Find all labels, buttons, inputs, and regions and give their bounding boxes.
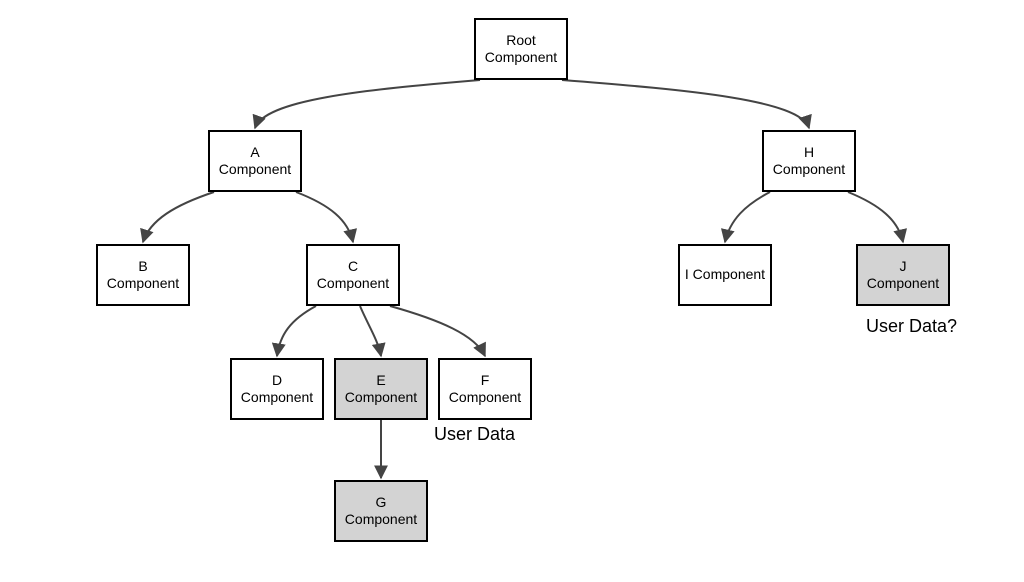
- node-label: D Component: [236, 372, 318, 407]
- node-F: F Component: [438, 358, 532, 420]
- node-label: A Component: [214, 144, 296, 179]
- edge-H-J: [848, 192, 903, 242]
- node-label: Root Component: [480, 32, 562, 67]
- edge-C-D: [277, 306, 316, 356]
- edge-H-I: [725, 192, 770, 242]
- node-root: Root Component: [474, 18, 568, 80]
- node-label: J Component: [862, 258, 944, 293]
- node-label: G Component: [340, 494, 422, 529]
- annotation-user-data-q: User Data?: [866, 316, 957, 337]
- edge-root-H: [562, 80, 809, 128]
- edge-C-E: [360, 306, 381, 356]
- node-label: I Component: [685, 266, 765, 284]
- node-H: H Component: [762, 130, 856, 192]
- edge-root-A: [255, 80, 480, 128]
- node-E: E Component: [334, 358, 428, 420]
- node-label: E Component: [340, 372, 422, 407]
- node-D: D Component: [230, 358, 324, 420]
- annotation-user-data: User Data: [434, 424, 515, 445]
- node-label: B Component: [102, 258, 184, 293]
- node-label: H Component: [768, 144, 850, 179]
- node-B: B Component: [96, 244, 190, 306]
- node-A: A Component: [208, 130, 302, 192]
- node-C: C Component: [306, 244, 400, 306]
- edge-C-F: [390, 306, 485, 356]
- node-label: F Component: [444, 372, 526, 407]
- edge-A-C: [296, 192, 353, 242]
- node-G: G Component: [334, 480, 428, 542]
- node-I: I Component: [678, 244, 772, 306]
- edge-A-B: [143, 192, 214, 242]
- node-J: J Component: [856, 244, 950, 306]
- node-label: C Component: [312, 258, 394, 293]
